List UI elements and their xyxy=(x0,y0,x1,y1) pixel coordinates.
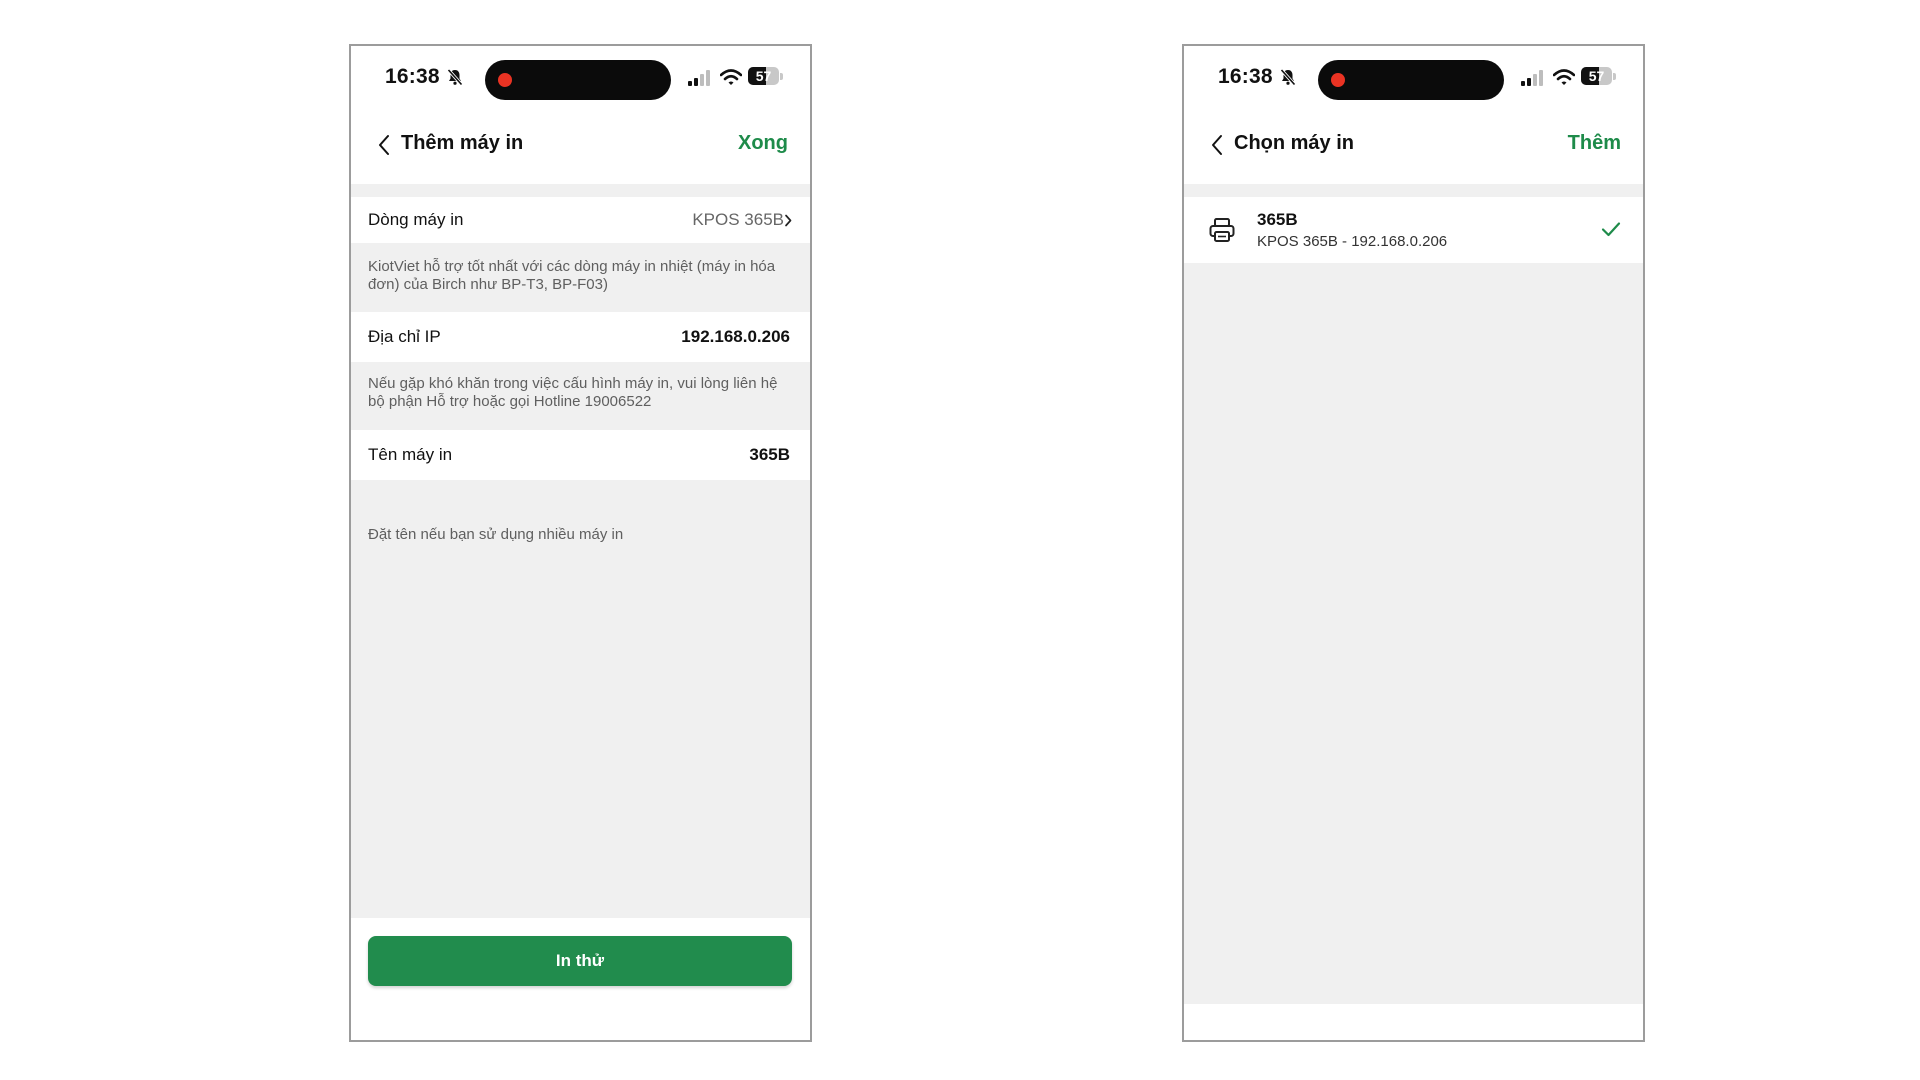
ip-address-value[interactable]: 192.168.0.206 xyxy=(681,327,790,347)
ip-address-row[interactable]: Địa chỉ IP 192.168.0.206 xyxy=(351,312,810,362)
page-title: Thêm máy in xyxy=(401,132,524,154)
dynamic-island xyxy=(485,60,671,100)
printer-name-value[interactable]: 365B xyxy=(749,445,790,465)
printer-model-row[interactable]: Dòng máy in KPOS 365B xyxy=(351,197,810,243)
test-print-button[interactable]: In thử xyxy=(368,936,792,986)
signal-icon xyxy=(1521,70,1543,86)
battery-icon: 57 xyxy=(1581,67,1617,87)
ip-address-note: Nếu gặp khó khăn trong việc cấu hình máy… xyxy=(368,375,778,410)
battery-icon: 57 xyxy=(748,67,784,87)
done-button[interactable]: Xong xyxy=(738,132,788,155)
printer-model-label: Dòng máy in xyxy=(368,210,464,229)
status-bar: 16:38 57 xyxy=(1184,46,1643,106)
bottom-bar xyxy=(1184,1004,1643,1040)
chevron-left-icon[interactable] xyxy=(377,133,391,157)
printer-icon xyxy=(1209,218,1235,242)
printer-detail: KPOS 365B - 192.168.0.206 xyxy=(1257,233,1448,250)
add-printer-button[interactable]: Thêm xyxy=(1568,132,1621,155)
ip-address-label: Địa chỉ IP xyxy=(368,327,441,346)
wifi-icon xyxy=(720,69,742,85)
checkmark-icon xyxy=(1601,222,1621,237)
bell-slash-icon xyxy=(447,68,463,86)
status-time: 16:38 xyxy=(1218,65,1273,88)
recording-dot-icon xyxy=(1331,73,1345,87)
add-printer-screen: 16:38 57 Thêm máy in Xong Dòng máy in KP… xyxy=(349,44,812,1042)
status-time: 16:38 xyxy=(385,65,440,88)
select-printer-screen: 16:38 57 Chọn máy in Thêm 365B KPOS 365B… xyxy=(1182,44,1645,1042)
printer-name-row[interactable]: Tên máy in 365B xyxy=(351,430,810,480)
navigation-bar: Chọn máy in Thêm xyxy=(1184,106,1643,184)
wifi-icon xyxy=(1553,69,1575,85)
printer-list: 365B KPOS 365B - 192.168.0.206 xyxy=(1184,184,1643,1040)
footer-bar: In thử xyxy=(351,918,810,1040)
printer-model-note: KiotViet hỗ trợ tốt nhất với các dòng má… xyxy=(368,258,776,293)
signal-icon xyxy=(688,70,710,86)
battery-level: 57 xyxy=(1588,68,1605,84)
printer-name: 365B xyxy=(1257,210,1298,229)
page-title: Chọn máy in xyxy=(1234,132,1355,154)
printer-name-label: Tên máy in xyxy=(368,445,453,464)
bell-slash-icon xyxy=(1280,68,1296,86)
chevron-right-icon xyxy=(785,214,792,227)
status-bar: 16:38 57 xyxy=(351,46,810,106)
printer-name-note: Đặt tên nếu bạn sử dụng nhiều máy in xyxy=(368,526,624,543)
printer-list-item[interactable]: 365B KPOS 365B - 192.168.0.206 xyxy=(1184,197,1643,263)
chevron-left-icon[interactable] xyxy=(1210,133,1224,157)
navigation-bar: Thêm máy in Xong xyxy=(351,106,810,184)
printer-model-value: KPOS 365B xyxy=(692,210,784,229)
form-content: Dòng máy in KPOS 365B KiotViet hỗ trợ tố… xyxy=(351,184,810,1040)
battery-level: 57 xyxy=(755,68,772,84)
dynamic-island xyxy=(1318,60,1504,100)
recording-dot-icon xyxy=(498,73,512,87)
